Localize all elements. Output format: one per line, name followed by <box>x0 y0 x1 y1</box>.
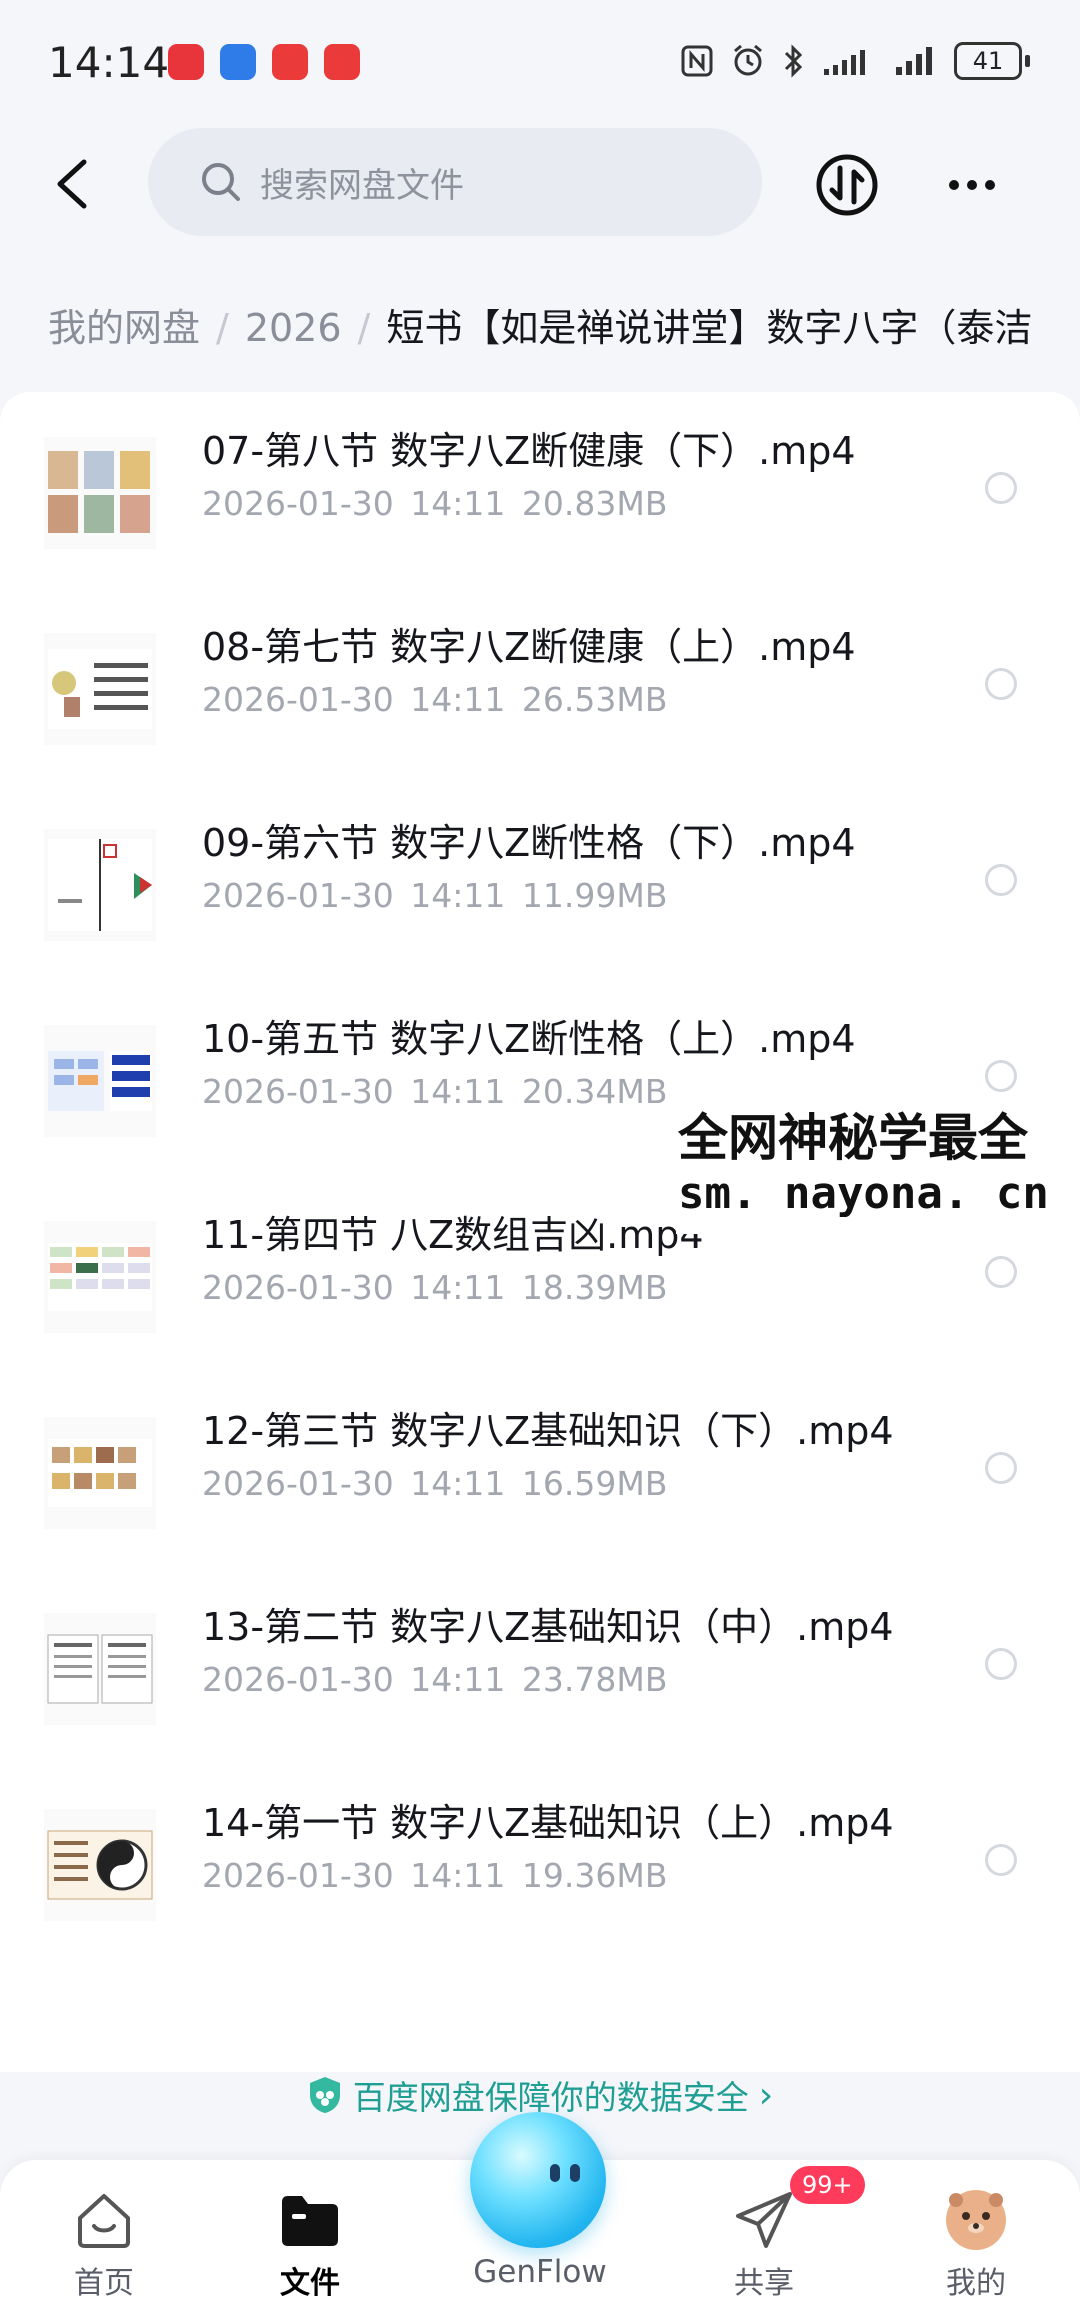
red-app-icon <box>272 44 308 80</box>
watermark-url: sm. nayona. cn <box>678 1168 1049 1219</box>
file-row[interactable]: 08-第七节 数字八Z断健康（上）.mp4 2026-01-30 14:11 2… <box>0 588 1080 784</box>
signal-icon-2 <box>896 47 932 75</box>
chevron-left-icon <box>57 159 87 209</box>
file-meta: 2026-01-30 14:11 26.53MB <box>202 680 668 719</box>
share-badge: 99+ <box>790 2166 865 2204</box>
file-meta: 2026-01-30 14:11 11.99MB <box>202 876 668 915</box>
chevron-right-icon: › <box>758 2074 774 2116</box>
video-thumbnail <box>44 633 156 745</box>
file-name: 13-第二节 数字八Z基础知识（中）.mp4 <box>202 1605 894 1649</box>
file-row[interactable]: 07-第八节 数字八Z断健康（下）.mp4 2026-01-30 14:11 2… <box>0 392 1080 588</box>
signal-icon <box>824 50 865 75</box>
alarm-app-icon <box>220 44 256 80</box>
battery-level: 41 <box>954 42 1022 80</box>
paper-plane-icon <box>736 2192 792 2248</box>
file-row[interactable]: 12-第三节 数字八Z基础知识（下）.mp4 2026-01-30 14:11 … <box>0 1372 1080 1568</box>
nav-home-label: 首页 <box>74 2266 134 2301</box>
more-dot <box>985 180 995 190</box>
breadcrumb-current: 短书【如是禅说讲堂】数字八字（泰洁 <box>386 306 1033 350</box>
home-icon <box>78 2194 130 2248</box>
nav-genflow-label: GenFlow <box>473 2254 607 2290</box>
battery-icon: 41 <box>954 42 1030 80</box>
file-row[interactable]: 09-第六节 数字八Z断性格（下）.mp4 2026-01-30 14:11 1… <box>0 784 1080 980</box>
notification-icons <box>168 44 360 80</box>
file-row[interactable]: 14-第一节 数字八Z基础知识（上）.mp4 2026-01-30 14:11 … <box>0 1764 1080 1960</box>
red-app-icon-2 <box>324 44 360 80</box>
file-name: 11-第四节 八Z数组吉凶.mp4 <box>202 1213 704 1257</box>
genflow-button[interactable] <box>470 2112 606 2248</box>
file-row[interactable]: 13-第二节 数字八Z基础知识（中）.mp4 2026-01-30 14:11 … <box>0 1568 1080 1764</box>
breadcrumb-root[interactable]: 我的网盘 <box>48 306 200 350</box>
avatar-icon <box>946 2190 1006 2250</box>
file-name: 07-第八节 数字八Z断健康（下）.mp4 <box>202 429 856 473</box>
search-placeholder: 搜索网盘文件 <box>260 165 464 206</box>
huawei-app-icon <box>168 44 204 80</box>
transfer-icon <box>816 154 878 216</box>
genflow-eye <box>570 2164 580 2182</box>
breadcrumb: 我的网盘 / 2026 / 短书【如是禅说讲堂】数字八字（泰洁 <box>48 300 1080 356</box>
nav-files[interactable]: 文件 <box>230 2188 390 2308</box>
video-thumbnail <box>44 1221 156 1333</box>
back-button[interactable] <box>40 152 104 216</box>
file-meta: 2026-01-30 14:11 20.34MB <box>202 1072 668 1111</box>
select-checkbox[interactable] <box>985 472 1017 504</box>
status-time: 14:14 <box>48 38 170 87</box>
file-meta: 2026-01-30 14:11 16.59MB <box>202 1464 668 1503</box>
more-dot <box>967 180 977 190</box>
watermark-overlay: 全网神秘学最全 sm. nayona. cn <box>676 1094 1080 1234</box>
top-bar: 搜索网盘文件 <box>0 120 1080 250</box>
nav-me-label: 我的 <box>946 2266 1006 2301</box>
system-status: 41 <box>680 42 1030 80</box>
file-name: 08-第七节 数字八Z断健康（上）.mp4 <box>202 625 856 669</box>
breadcrumb-separator: / <box>216 306 229 350</box>
folder-icon <box>282 2196 338 2246</box>
select-checkbox[interactable] <box>985 668 1017 700</box>
breadcrumb-folder[interactable]: 2026 <box>245 306 342 350</box>
search-icon <box>202 163 240 201</box>
security-banner-text: 百度网盘保障你的数据安全 <box>352 2078 749 2117</box>
video-thumbnail <box>44 1809 156 1921</box>
status-bar: 14:14 41 <box>0 0 1080 130</box>
nav-share[interactable]: 共享 <box>684 2188 844 2308</box>
nav-me[interactable]: 我的 <box>896 2188 1056 2308</box>
nfc-icon <box>681 45 713 77</box>
select-checkbox[interactable] <box>985 864 1017 896</box>
select-checkbox[interactable] <box>985 1648 1017 1680</box>
video-thumbnail <box>44 1613 156 1725</box>
watermark-title: 全网神秘学最全 <box>678 1109 1028 1167</box>
video-thumbnail <box>44 1417 156 1529</box>
file-meta: 2026-01-30 14:11 18.39MB <box>202 1268 668 1307</box>
genflow-eye <box>550 2164 560 2182</box>
search-input[interactable]: 搜索网盘文件 <box>148 128 762 236</box>
video-thumbnail <box>44 829 156 941</box>
more-dot <box>949 180 959 190</box>
select-checkbox[interactable] <box>985 1060 1017 1092</box>
select-checkbox[interactable] <box>985 1844 1017 1876</box>
alarm-icon <box>734 44 762 76</box>
nav-files-label: 文件 <box>280 2266 340 2301</box>
file-name: 09-第六节 数字八Z断性格（下）.mp4 <box>202 821 856 865</box>
file-meta: 2026-01-30 14:11 19.36MB <box>202 1856 668 1895</box>
select-checkbox[interactable] <box>985 1256 1017 1288</box>
breadcrumb-separator: / <box>357 306 371 350</box>
shield-icon <box>309 2077 340 2113</box>
more-button[interactable] <box>940 160 1004 210</box>
transfer-button[interactable] <box>814 152 880 218</box>
bluetooth-icon <box>784 44 803 78</box>
nav-share-label: 共享 <box>734 2266 794 2301</box>
video-thumbnail <box>44 1025 156 1137</box>
video-thumbnail <box>44 437 156 549</box>
file-name: 14-第一节 数字八Z基础知识（上）.mp4 <box>202 1801 894 1845</box>
select-checkbox[interactable] <box>985 1452 1017 1484</box>
file-meta: 2026-01-30 14:11 20.83MB <box>202 484 668 523</box>
file-name: 12-第三节 数字八Z基础知识（下）.mp4 <box>202 1409 894 1453</box>
file-name: 10-第五节 数字八Z断性格（上）.mp4 <box>202 1017 856 1061</box>
file-meta: 2026-01-30 14:11 23.78MB <box>202 1660 668 1699</box>
nav-home[interactable]: 首页 <box>24 2188 184 2308</box>
